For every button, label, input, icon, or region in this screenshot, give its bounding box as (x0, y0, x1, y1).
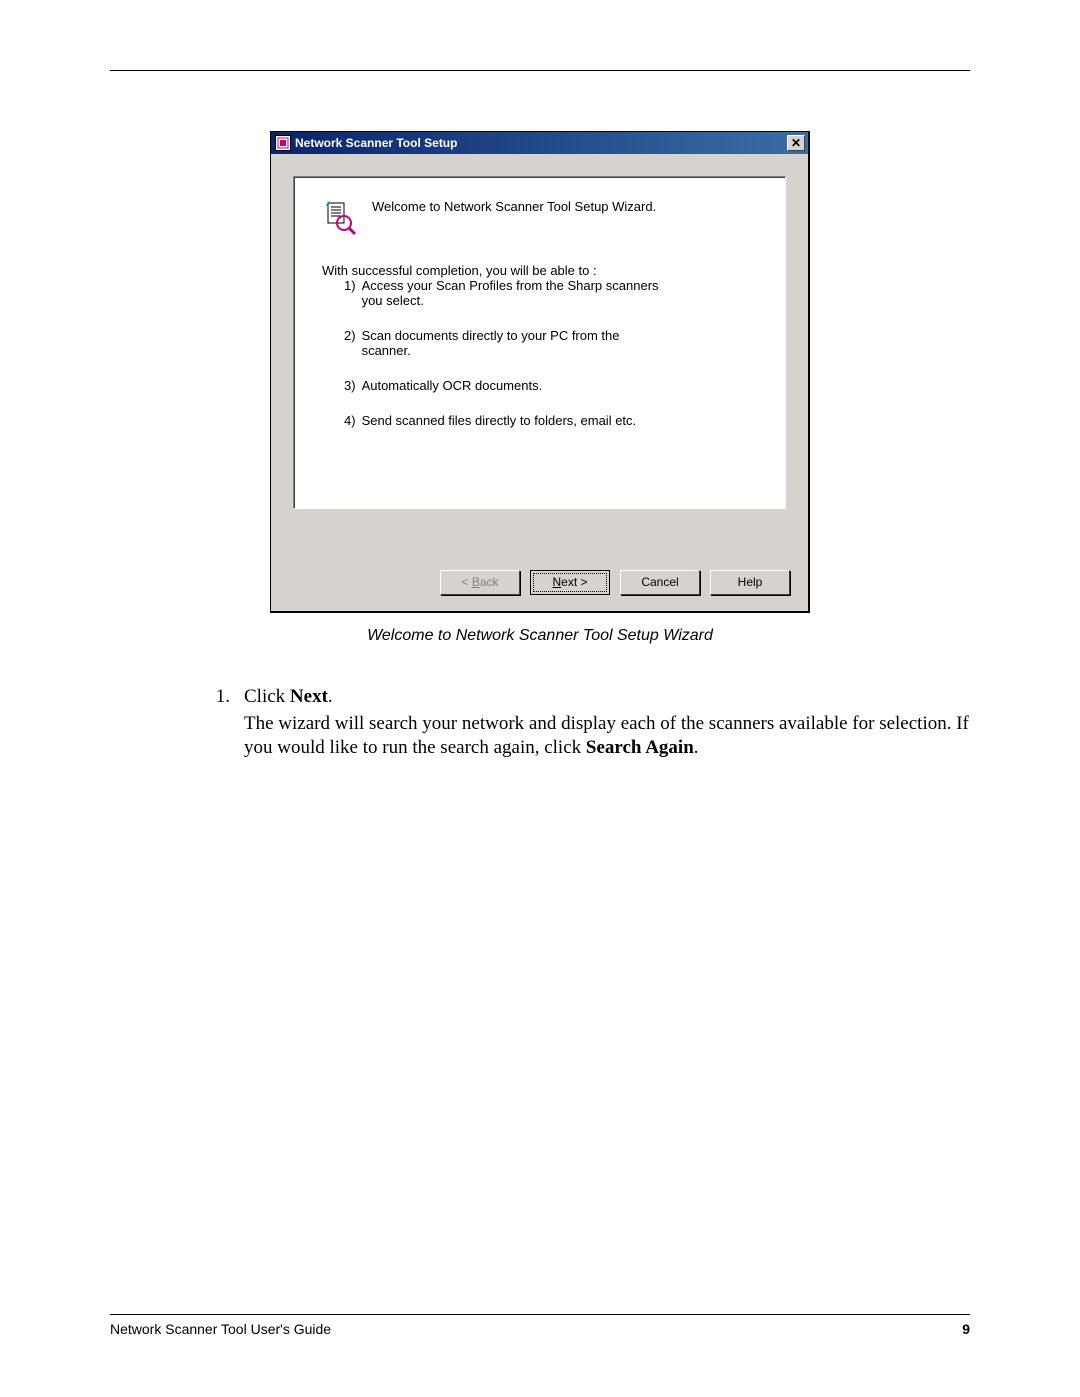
list-item: 3) Automatically OCR documents. (344, 378, 664, 393)
help-button[interactable]: Help (710, 570, 790, 595)
intro-text: With successful completion, you will be … (322, 263, 757, 278)
footer-divider (110, 1314, 970, 1315)
item-text: Send scanned files directly to folders, … (362, 413, 637, 428)
cancel-button[interactable]: Cancel (620, 570, 700, 595)
instructions: 1. Click Next. The wizard will search yo… (110, 685, 970, 761)
window-title: Network Scanner Tool Setup (295, 136, 787, 150)
figure-caption: Welcome to Network Scanner Tool Setup Wi… (270, 627, 810, 645)
step-body: Click Next. The wizard will search your … (244, 685, 970, 761)
step-line: Click Next. (244, 685, 970, 710)
top-divider (110, 70, 970, 71)
step-number: 1. (210, 685, 230, 761)
item-number: 2) (344, 328, 356, 358)
feature-list: 1) Access your Scan Profiles from the Sh… (322, 278, 757, 428)
item-number: 4) (344, 413, 356, 428)
back-button: < Back (440, 570, 520, 595)
close-icon: ✕ (791, 136, 801, 150)
instruction-step: 1. Click Next. The wizard will search yo… (210, 685, 970, 761)
page-footer: Network Scanner Tool User's Guide 9 (110, 1314, 970, 1337)
footer-title: Network Scanner Tool User's Guide (110, 1321, 331, 1337)
list-item: 4) Send scanned files directly to folder… (344, 413, 664, 428)
titlebar: Network Scanner Tool Setup ✕ (271, 132, 808, 154)
item-text: Automatically OCR documents. (362, 378, 543, 393)
wizard-icon (322, 199, 358, 235)
dialog-figure: Network Scanner Tool Setup ✕ (270, 131, 810, 645)
item-text: Access your Scan Profiles from the Sharp… (362, 278, 664, 308)
step-paragraph: The wizard will search your network and … (244, 712, 970, 761)
wizard-dialog: Network Scanner Tool Setup ✕ (270, 131, 810, 613)
close-button[interactable]: ✕ (787, 135, 805, 151)
welcome-text: Welcome to Network Scanner Tool Setup Wi… (372, 199, 656, 214)
welcome-row: Welcome to Network Scanner Tool Setup Wi… (322, 199, 757, 235)
item-text: Scan documents directly to your PC from … (362, 328, 664, 358)
dialog-body: Welcome to Network Scanner Tool Setup Wi… (271, 154, 808, 564)
list-item: 2) Scan documents directly to your PC fr… (344, 328, 664, 358)
content-panel: Welcome to Network Scanner Tool Setup Wi… (293, 176, 786, 509)
page-content: Network Scanner Tool Setup ✕ (110, 70, 970, 761)
item-number: 3) (344, 378, 356, 393)
button-row: < Back Next > Cancel Help (271, 564, 808, 611)
list-item: 1) Access your Scan Profiles from the Sh… (344, 278, 664, 308)
item-number: 1) (344, 278, 356, 308)
footer-row: Network Scanner Tool User's Guide 9 (110, 1321, 970, 1337)
page-number: 9 (962, 1321, 970, 1337)
app-icon (275, 135, 291, 151)
next-button[interactable]: Next > (530, 570, 610, 595)
